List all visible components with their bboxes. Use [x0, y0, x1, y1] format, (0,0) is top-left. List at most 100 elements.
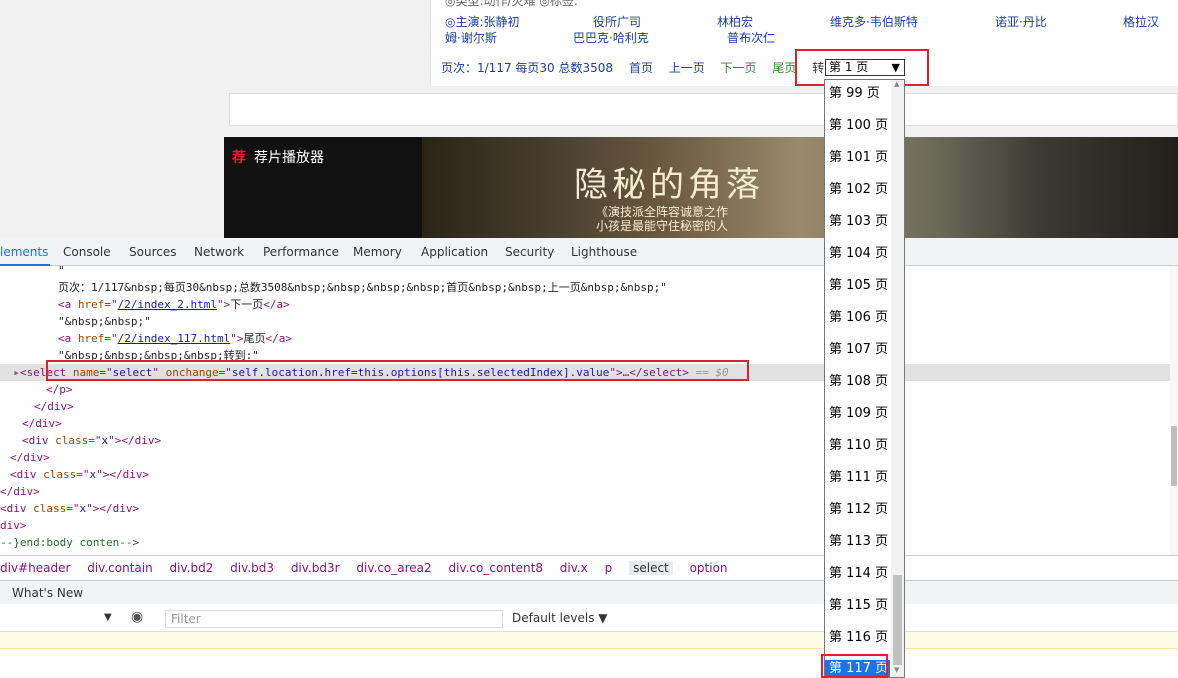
console-toolbar: ▼ ◉ Filter Default levels ▼ — [0, 604, 1178, 632]
page-select-options: 第 99 页 第 100 页 第 101 页 第 102 页 第 103 页 第… — [824, 79, 905, 678]
poster-image: 隐秘的角落 《演技派全阵容诚意之作 小孩是最能守住秘密的人 — [422, 137, 1178, 238]
actor-name[interactable]: 维克多·韦伯斯特 — [830, 15, 918, 29]
prev-page-link[interactable]: 上一页 — [669, 61, 705, 75]
select-option[interactable]: 第 102 页 — [829, 174, 893, 206]
select-option[interactable]: 第 104 页 — [829, 238, 893, 270]
tab-elements[interactable]: lements — [0, 245, 48, 259]
scroll-down-icon[interactable]: ▼ — [894, 666, 899, 674]
recommend-icon: 荐 — [232, 150, 246, 166]
dom-close-tag[interactable]: </div> — [34, 398, 74, 415]
breadcrumb-item[interactable]: div.x — [560, 561, 588, 575]
ad-placeholder — [229, 93, 1178, 126]
breadcrumb-item[interactable]: div.bd3 — [230, 561, 274, 575]
select-option[interactable]: 第 110 页 — [829, 430, 893, 462]
tab-performance[interactable]: Performance — [263, 245, 339, 259]
dropdown-scrollbar[interactable]: ▲ ▼ — [891, 80, 904, 677]
href-link[interactable]: /2/index_117.html — [118, 332, 231, 345]
tab-whats-new[interactable]: What's New — [0, 580, 1178, 604]
select-option[interactable]: 第 107 页 — [829, 334, 893, 366]
breadcrumb-item-current[interactable]: select — [629, 561, 673, 575]
tab-sources[interactable]: Sources — [129, 245, 176, 259]
web-page: ◎类型:动作/灾难 ◎标签: ◎主演:张静初 役所广司 林柏宏 维克多·韦伯斯特… — [0, 0, 1178, 238]
select-option[interactable]: 第 116 页 — [829, 622, 893, 654]
dom-close-tag[interactable]: </p> — [46, 381, 73, 398]
dom-text-node[interactable]: "&nbsp;&nbsp;" — [58, 313, 151, 330]
dom-div-node[interactable]: <div class="x"></div> — [0, 500, 139, 517]
actor-name[interactable]: 普布次仁 — [727, 31, 775, 45]
tab-console[interactable]: Console — [63, 245, 111, 259]
tab-application[interactable]: Application — [421, 245, 488, 259]
breadcrumb-item[interactable]: option — [690, 561, 728, 575]
dom-text-node[interactable]: 页次：1/117&nbsp;每页30&nbsp;总数3508&nbsp;&nbs… — [58, 279, 667, 296]
first-page-link[interactable]: 首页 — [629, 61, 653, 75]
console-warning-strip — [0, 632, 1178, 649]
dom-anchor-node[interactable]: <a href="/2/index_117.html">尾页</a> — [58, 330, 292, 347]
actor-name[interactable]: 巴巴克·哈利克 — [573, 31, 649, 45]
dom-tree: " 页次：1/117&nbsp;每页30&nbsp;总数3508&nbsp;&n… — [0, 266, 1170, 555]
actor-name[interactable]: 格拉汉 — [1123, 15, 1159, 29]
eye-icon[interactable]: ◉ — [131, 609, 143, 625]
breadcrumb-item[interactable]: div.co_area2 — [356, 561, 431, 575]
next-page-link[interactable]: 下一页 — [721, 61, 757, 75]
select-option[interactable]: 第 115 页 — [829, 590, 893, 622]
breadcrumb-item[interactable]: div.bd3r — [291, 561, 340, 575]
dom-div-node[interactable]: <div class="x"></div> — [10, 466, 149, 483]
tab-network[interactable]: Network — [194, 245, 244, 259]
select-option[interactable]: 第 99 页 — [829, 80, 893, 110]
href-link[interactable]: /2/index_2.html — [118, 298, 217, 311]
select-option[interactable]: 第 114 页 — [829, 558, 893, 590]
dom-close-tag[interactable]: </div> — [0, 483, 40, 500]
tab-memory[interactable]: Memory — [353, 245, 402, 259]
actor-name[interactable]: 林柏宏 — [717, 15, 753, 29]
banner-title: 荐片播放器 — [254, 150, 324, 166]
dropdown-scroll-thumb[interactable] — [893, 575, 902, 665]
console-filter-input[interactable]: Filter — [165, 610, 503, 628]
breadcrumb-item[interactable]: p — [605, 561, 613, 575]
anchor-text: 下一页 — [230, 298, 264, 311]
select-option[interactable]: 第 103 页 — [829, 206, 893, 238]
select-option[interactable]: 第 101 页 — [829, 142, 893, 174]
dom-text-node[interactable]: " — [58, 266, 65, 279]
highlight-box — [46, 360, 749, 381]
log-levels-dropdown[interactable]: Default levels ▼ — [512, 611, 608, 625]
select-option[interactable]: 第 112 页 — [829, 494, 893, 526]
breadcrumb-item[interactable]: div#header — [0, 561, 70, 575]
breadcrumb-item[interactable]: div.contain — [87, 561, 152, 575]
poster-subtitle: 《演技派全阵容诚意之作 小孩是最能守住秘密的人 — [596, 205, 728, 233]
screen: ◎类型:动作/灾难 ◎标签: ◎主演:张静初 役所广司 林柏宏 维克多·韦伯斯特… — [0, 0, 1178, 678]
breadcrumb-item[interactable]: div.bd2 — [170, 561, 214, 575]
select-option[interactable]: 第 113 页 — [829, 526, 893, 558]
scroll-thumb[interactable] — [1171, 426, 1177, 486]
pagination: 页次：1/117 每页30 总数3508 首页 上一页 下一页 尾页 转到: — [441, 61, 852, 75]
select-option[interactable]: 第 111 页 — [829, 462, 893, 494]
actor-name[interactable]: 姆·谢尔斯 — [445, 31, 497, 45]
select-option[interactable]: 第 100 页 — [829, 110, 893, 142]
genre-line: ◎类型:动作/灾难 ◎标签: — [445, 0, 578, 8]
dom-close-tag[interactable]: div> — [0, 517, 27, 534]
breadcrumb-item[interactable]: div.co_content8 — [449, 561, 543, 575]
dom-close-tag[interactable]: </div> — [22, 415, 62, 432]
select-option[interactable]: 第 106 页 — [829, 302, 893, 334]
page-count-info: 页次：1/117 每页30 总数3508 — [441, 61, 614, 75]
actor-name[interactable]: 役所广司 — [593, 15, 641, 29]
promo-banner[interactable]: 荐 荐片播放器 隐秘的角落 《演技派全阵容诚意之作 小孩是最能守住秘密的人 — [224, 137, 1178, 238]
dom-close-tag[interactable]: </div> — [10, 449, 50, 466]
select-option[interactable]: 第 105 页 — [829, 270, 893, 302]
select-option[interactable]: 第 109 页 — [829, 398, 893, 430]
last-page-link[interactable]: 尾页 — [772, 61, 796, 75]
dom-comment-node[interactable]: --}end:body conten--> — [0, 534, 139, 551]
actor-name[interactable]: 诺亚·丹比 — [995, 15, 1047, 29]
devtools-panel: lements Console Sources Network Performa… — [0, 238, 1178, 678]
dom-div-node[interactable]: <div class="x"></div> — [22, 432, 161, 449]
tab-lighthouse[interactable]: Lighthouse — [571, 245, 637, 259]
context-dropdown-icon[interactable]: ▼ — [104, 612, 112, 623]
highlight-box — [821, 654, 888, 678]
devtools-tabbar: lements Console Sources Network Performa… — [0, 238, 1178, 266]
banner-brand-area: 荐 荐片播放器 — [224, 137, 422, 238]
dom-scrollbar[interactable] — [1170, 266, 1178, 555]
select-option[interactable]: 第 108 页 — [829, 366, 893, 398]
scroll-up-icon[interactable]: ▲ — [894, 80, 899, 88]
dom-anchor-node[interactable]: <a href="/2/index_2.html">下一页</a> — [58, 296, 290, 313]
tab-security[interactable]: Security — [505, 245, 554, 259]
actor-name[interactable]: ◎主演:张静初 — [445, 15, 520, 29]
